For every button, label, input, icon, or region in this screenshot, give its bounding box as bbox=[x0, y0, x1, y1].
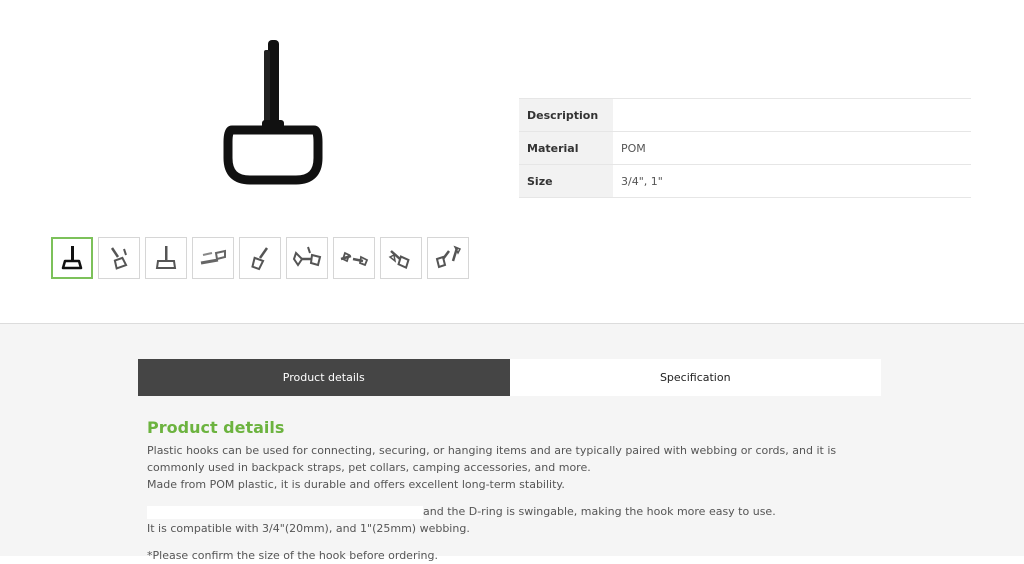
spec-label: Material bbox=[519, 131, 613, 165]
redacted-text-block bbox=[147, 505, 423, 519]
d-ring-hook-icon bbox=[223, 40, 323, 185]
spec-label: Size bbox=[519, 164, 613, 198]
product-spec-table: Description Material POM Size 3/4", 1" bbox=[519, 98, 971, 198]
thumbnail-strip bbox=[51, 237, 474, 279]
details-paragraph-2: Made from POM plastic, it is durable and… bbox=[147, 478, 565, 491]
product-info-section: Product details Specification Product de… bbox=[0, 323, 1024, 562]
spec-label: Description bbox=[519, 98, 613, 132]
details-paragraph-3: and the D-ring is swingable, making the … bbox=[423, 505, 776, 518]
d-ring-hook-thumb-icon bbox=[200, 249, 226, 265]
details-paragraph-3-line: and the D-ring is swingable, making the … bbox=[147, 503, 887, 520]
spec-row-size: Size 3/4", 1" bbox=[519, 164, 971, 198]
spec-value: 3/4", 1" bbox=[613, 164, 971, 198]
d-ring-hook-thumb-icon bbox=[340, 251, 369, 267]
details-paragraph-4: It is compatible with 3/4"(20mm), and 1"… bbox=[147, 522, 470, 535]
product-details-content: Product details Plastic hooks can be use… bbox=[147, 418, 887, 564]
thumbnail-8[interactable] bbox=[380, 237, 422, 279]
tab-specification[interactable]: Specification bbox=[509, 359, 881, 396]
tab-product-details[interactable]: Product details bbox=[138, 359, 510, 396]
product-gallery-section: Description Material POM Size 3/4", 1" bbox=[0, 0, 1024, 323]
d-ring-hook-thumb-icon bbox=[435, 245, 462, 269]
details-heading: Product details bbox=[147, 418, 285, 437]
d-ring-hook-thumb-icon bbox=[155, 246, 177, 269]
d-ring-hook-thumb-icon bbox=[61, 246, 83, 270]
thumbnail-5[interactable] bbox=[239, 237, 281, 279]
product-main-image[interactable] bbox=[218, 30, 328, 190]
details-paragraph-1: Plastic hooks can be used for connecting… bbox=[147, 444, 837, 474]
spec-value bbox=[613, 98, 971, 132]
d-ring-hook-thumb-icon bbox=[251, 247, 269, 271]
spec-value: POM bbox=[613, 131, 971, 165]
spec-row-description: Description bbox=[519, 98, 971, 132]
thumbnail-2[interactable] bbox=[98, 237, 140, 279]
thumbnail-4[interactable] bbox=[192, 237, 234, 279]
info-tabs: Product details Specification bbox=[138, 359, 881, 396]
spec-row-material: Material POM bbox=[519, 131, 971, 165]
d-ring-hook-thumb-icon bbox=[110, 247, 128, 270]
thumbnail-9[interactable] bbox=[427, 237, 469, 279]
d-ring-hook-thumb-icon bbox=[388, 250, 410, 269]
thumbnail-1[interactable] bbox=[51, 237, 93, 279]
thumbnail-6[interactable] bbox=[286, 237, 328, 279]
thumbnail-7[interactable] bbox=[333, 237, 375, 279]
d-ring-hook-thumb-icon bbox=[292, 246, 322, 267]
thumbnail-3[interactable] bbox=[145, 237, 187, 279]
